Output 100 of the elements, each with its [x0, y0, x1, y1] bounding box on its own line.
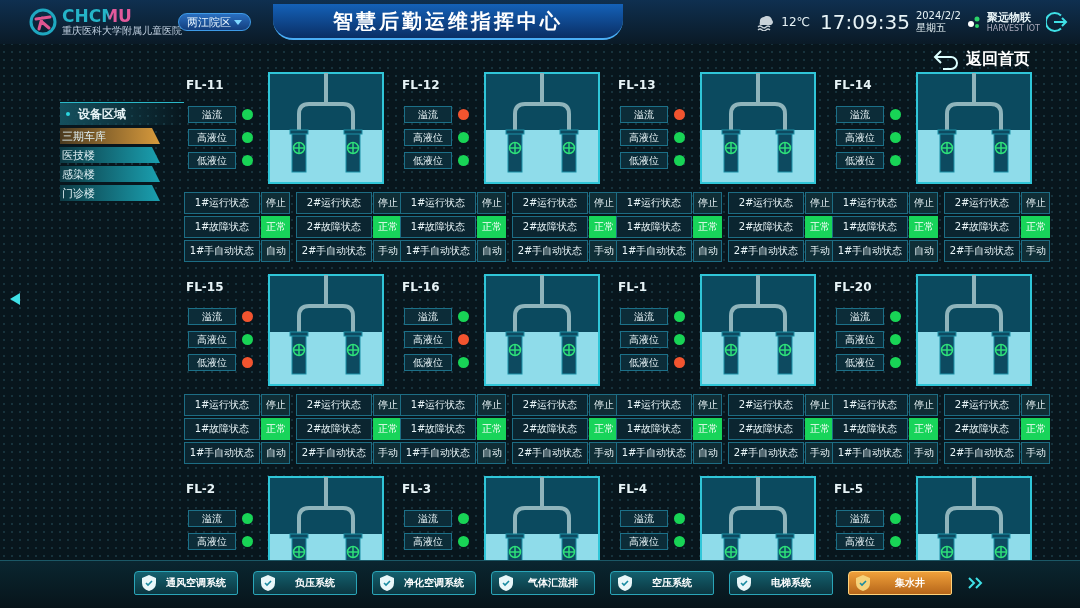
system-tab[interactable]: 净化空调系统 [372, 570, 476, 595]
table-cell: 1#手自动状态 [616, 240, 692, 262]
status-value-cell: 手动 [1021, 442, 1050, 464]
table-cell: 1#故障状态 [400, 418, 476, 440]
table-cell: 1#故障状态 [832, 418, 908, 440]
indicator-label: 低液位 [404, 354, 452, 371]
unit-name: FL-5 [833, 482, 865, 496]
table-cell: 2#故障状态 [296, 418, 372, 440]
page-title: 智慧后勤运维指挥中心 [333, 7, 563, 35]
indicator-label: 高液位 [620, 533, 668, 550]
status-value-cell: 手动 [805, 240, 834, 262]
table-cell: 1#运行状态 [184, 394, 260, 416]
indicator-label: 高液位 [404, 331, 452, 348]
table-cell: 1#故障状态 [400, 216, 476, 238]
indicator-label: 高液位 [188, 533, 236, 550]
status-value-cell: 手动 [589, 442, 618, 464]
table-cell: 1#手自动状态 [616, 442, 692, 464]
table-cell: 2#故障状态 [944, 418, 1020, 440]
unit-name: FL-2 [185, 482, 217, 496]
status-value-cell: 停止 [693, 192, 722, 214]
system-tab[interactable]: 电梯系统 [729, 570, 833, 595]
table-cell: 2#手自动状态 [728, 240, 804, 262]
table-cell: 1#运行状态 [616, 192, 692, 214]
indicator-label: 低液位 [620, 152, 668, 169]
status-value-cell: 正常 [477, 216, 506, 238]
sidebar-item[interactable]: 门诊楼 [60, 185, 160, 201]
table-cell: 2#运行状态 [296, 394, 372, 416]
double-chevron-icon[interactable] [967, 576, 985, 589]
indicator-label: 溢流 [188, 308, 236, 325]
status-value-cell: 自动 [693, 442, 722, 464]
table-cell: 2#故障状态 [296, 216, 372, 238]
status-value-cell: 停止 [589, 394, 618, 416]
sidebar-item[interactable]: 医技楼 [60, 147, 160, 163]
brand-icon [966, 15, 981, 29]
system-tab[interactable]: 气体汇流排 [491, 570, 595, 595]
status-value-cell: 自动 [477, 442, 506, 464]
table-cell: 2#运行状态 [944, 394, 1020, 416]
status-value-cell: 自动 [261, 240, 290, 262]
system-tab[interactable]: 空压系统 [610, 570, 714, 595]
status-value-cell: 手动 [805, 442, 834, 464]
indicator-label: 低液位 [836, 152, 884, 169]
status-value-cell: 停止 [373, 394, 402, 416]
shield-icon [736, 573, 752, 592]
shield-icon [141, 573, 157, 592]
indicator-label: 高液位 [836, 533, 884, 550]
status-value-cell: 正常 [693, 216, 722, 238]
logout-icon[interactable] [1046, 11, 1068, 33]
back-icon [932, 48, 960, 70]
indicator-label: 溢流 [188, 510, 236, 527]
status-value-cell: 停止 [1021, 394, 1050, 416]
unit-name: FL-4 [617, 482, 649, 496]
table-cell: 1#故障状态 [184, 418, 260, 440]
status-value-cell: 正常 [805, 216, 834, 238]
status-value-cell: 正常 [261, 418, 290, 440]
table-cell: 1#手自动状态 [400, 240, 476, 262]
table-cell: 1#手自动状态 [832, 240, 908, 262]
indicator-label: 溢流 [836, 510, 884, 527]
collapse-arrow-icon[interactable] [10, 293, 20, 305]
indicator-label: 溢流 [404, 106, 452, 123]
status-value-cell: 停止 [805, 192, 834, 214]
indicator-label: 高液位 [836, 129, 884, 146]
table-cell: 1#故障状态 [184, 216, 260, 238]
indicator-label: 溢流 [836, 106, 884, 123]
table-cell: 2#运行状态 [512, 192, 588, 214]
status-value-cell: 停止 [909, 192, 938, 214]
clock-time: 17:09:35 [820, 10, 910, 34]
status-value-cell: 自动 [909, 240, 938, 262]
back-home-button[interactable]: 返回首页 [932, 48, 1030, 70]
table-cell: 2#运行状态 [296, 192, 372, 214]
status-value-cell: 正常 [805, 418, 834, 440]
indicator-label: 溢流 [836, 308, 884, 325]
table-cell: 2#手自动状态 [296, 442, 372, 464]
date: 2024/2/2 [915, 10, 961, 22]
system-tab[interactable]: 通风空调系统 [134, 570, 238, 595]
weekday: 星期五 [915, 22, 947, 34]
table-cell: 2#故障状态 [728, 418, 804, 440]
status-value-cell: 停止 [805, 394, 834, 416]
status-value-cell: 正常 [373, 418, 402, 440]
status-value-cell: 正常 [909, 418, 938, 440]
unit-name: FL-16 [401, 280, 441, 294]
status-value-cell: 正常 [693, 418, 722, 440]
table-cell: 1#故障状态 [832, 216, 908, 238]
status-value-cell: 正常 [589, 418, 618, 440]
table-cell: 1#运行状态 [616, 394, 692, 416]
status-value-cell: 正常 [261, 216, 290, 238]
indicator-label: 溢流 [620, 308, 668, 325]
table-cell: 1#故障状态 [616, 418, 692, 440]
table-cell: 1#运行状态 [832, 192, 908, 214]
sidebar-item[interactable]: 感染楼 [60, 166, 160, 182]
indicator-label: 溢流 [188, 106, 236, 123]
sidebar-item[interactable]: 三期车库 [60, 128, 160, 144]
indicator-label: 高液位 [836, 331, 884, 348]
status-value-cell: 手动 [909, 442, 938, 464]
weather-icon [755, 13, 776, 31]
indicator-label: 高液位 [404, 129, 452, 146]
status-value-cell: 正常 [1021, 418, 1050, 440]
status-value-cell: 停止 [477, 394, 506, 416]
unit-name: FL-1 [617, 280, 649, 294]
system-tab[interactable]: 负压系统 [253, 570, 357, 595]
status-value-cell: 停止 [589, 192, 618, 214]
